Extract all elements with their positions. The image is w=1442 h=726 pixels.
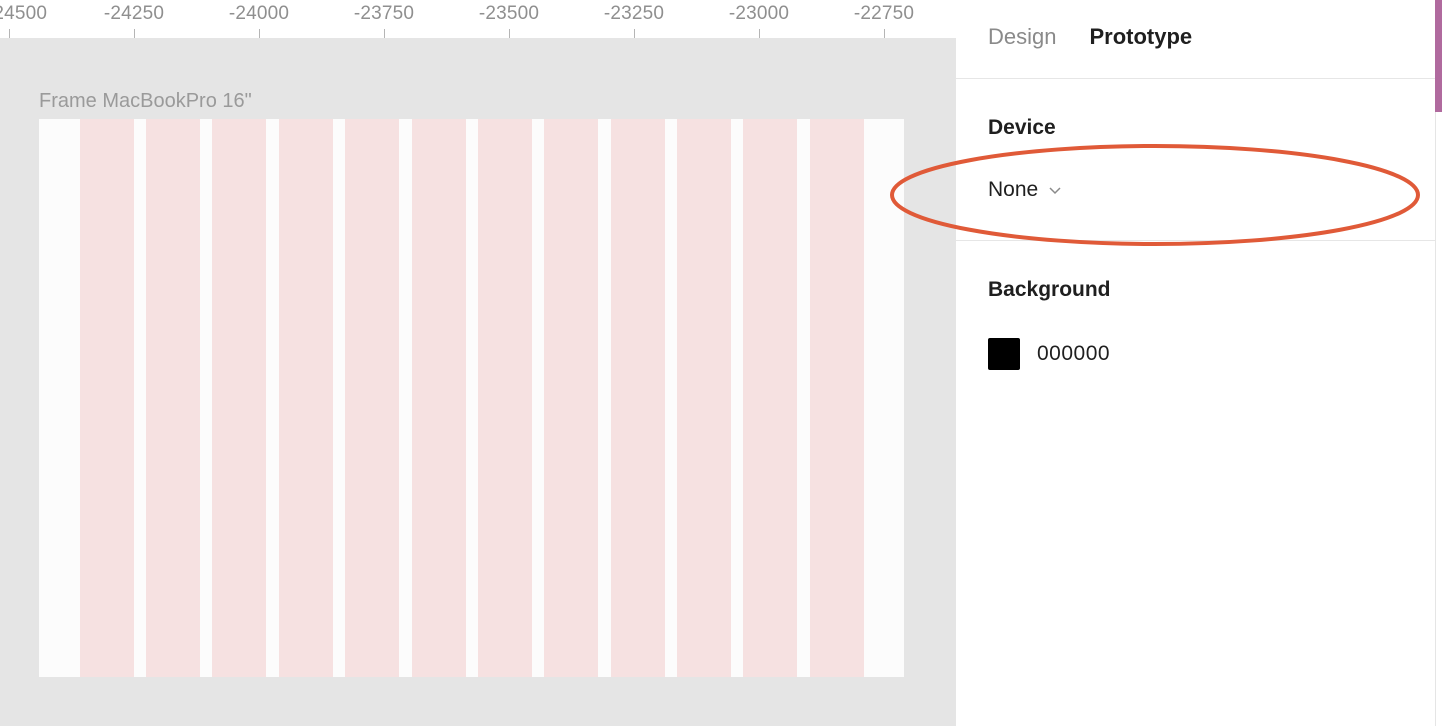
- device-dropdown[interactable]: None: [988, 178, 1062, 202]
- divider: [956, 240, 1435, 241]
- ruler-label: -23500: [478, 3, 540, 24]
- layout-grid-column: [80, 119, 134, 677]
- panel-tabs: Design Prototype: [988, 24, 1192, 50]
- background-section-title: Background: [988, 278, 1111, 301]
- ruler-label: -22750: [853, 3, 915, 24]
- divider: [956, 78, 1435, 79]
- background-hex-value[interactable]: 000000: [1037, 342, 1110, 366]
- properties-panel: Design Prototype Device None Background …: [956, 0, 1435, 726]
- ruler-label: -24000: [228, 3, 290, 24]
- ruler-label: -23750: [353, 3, 415, 24]
- layout-grid-column: [212, 119, 266, 677]
- ruler-label: -24500: [0, 3, 48, 24]
- layout-grid-column: [677, 119, 731, 677]
- layout-grid-column: [146, 119, 200, 677]
- ruler-label: -23000: [728, 3, 790, 24]
- ruler-label: -24250: [103, 3, 165, 24]
- layout-grid-column: [611, 119, 665, 677]
- window-edge: [1435, 0, 1442, 726]
- design-canvas[interactable]: -24500 -24250 -24000 -23750 -23500 -2325…: [0, 0, 956, 726]
- edge-accent: [1435, 0, 1442, 112]
- device-dropdown-value: None: [988, 178, 1039, 201]
- tab-design[interactable]: Design: [988, 24, 1056, 50]
- layout-grid-column: [544, 119, 598, 677]
- layout-grid-column: [478, 119, 532, 677]
- horizontal-ruler: -24500 -24250 -24000 -23750 -23500 -2325…: [0, 0, 956, 38]
- layout-grid-column: [412, 119, 466, 677]
- device-section-title: Device: [988, 116, 1056, 139]
- layout-grid-column: [345, 119, 399, 677]
- frame-title[interactable]: Frame MacBookPro 16": [39, 90, 252, 113]
- chevron-down-icon: [1048, 185, 1062, 195]
- tab-prototype[interactable]: Prototype: [1089, 24, 1192, 50]
- background-fill-row: 000000: [988, 338, 1110, 370]
- ruler-label: -23250: [603, 3, 665, 24]
- layout-grid-column: [810, 119, 864, 677]
- layout-grid-column: [279, 119, 333, 677]
- frame-macbookpro[interactable]: [39, 119, 904, 677]
- background-color-swatch[interactable]: [988, 338, 1020, 370]
- layout-grid-column: [743, 119, 797, 677]
